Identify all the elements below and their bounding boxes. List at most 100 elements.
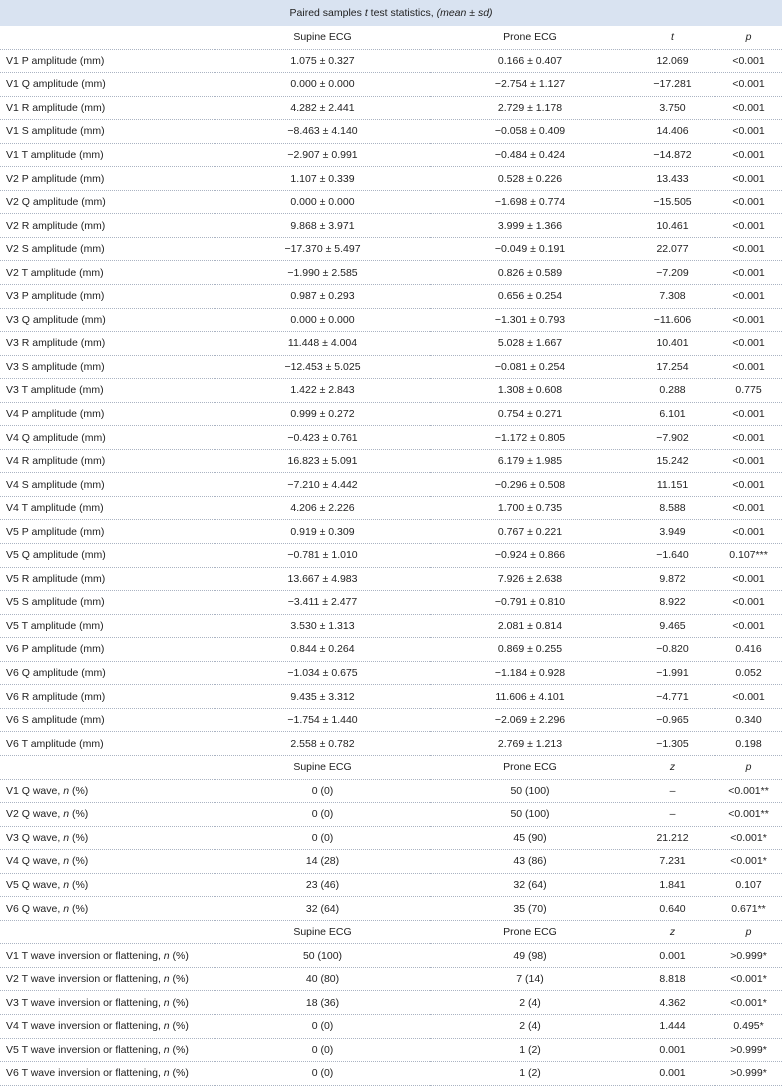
table-row: V4 P amplitude (mm) 0.999 ± 0.272 0.754 ± … bbox=[0, 402, 782, 427]
row-label: V3 S amplitude (mm) bbox=[0, 355, 215, 380]
header-p-symbol: p bbox=[745, 761, 752, 774]
prone-value: 35 (70) bbox=[430, 896, 630, 921]
prone-value: −0.791 ± 0.810 bbox=[430, 590, 630, 615]
title-suffix: (mean ± sd) bbox=[436, 7, 493, 19]
t-value: 17.254 bbox=[630, 355, 715, 380]
p-value: 0.495* bbox=[715, 1014, 782, 1039]
z-value: 4.362 bbox=[630, 990, 715, 1015]
supine-value: 50 (100) bbox=[215, 943, 430, 968]
row-label-text: V2 T wave inversion or flattening, bbox=[6, 973, 164, 986]
supine-value: 0 (0) bbox=[215, 826, 430, 851]
header-prone: Prone ECG bbox=[430, 26, 630, 50]
table-row: V1 Q amplitude (mm) 0.000 ± 0.000 −2.754 ±… bbox=[0, 72, 782, 97]
row-label-unit: (%) bbox=[169, 1020, 189, 1033]
row-label: V3 T amplitude (mm) bbox=[0, 378, 215, 403]
p-value: <0.001 bbox=[715, 143, 782, 168]
p-value: 0.340 bbox=[715, 708, 782, 733]
prone-value: 0.528 ± 0.226 bbox=[430, 166, 630, 191]
header-supine: Supine ECG bbox=[215, 755, 430, 780]
row-label: V2 T wave inversion or flattening, n (%) bbox=[0, 967, 215, 992]
t-value: 6.101 bbox=[630, 402, 715, 427]
p-value: <0.001 bbox=[715, 472, 782, 497]
prone-value: −0.296 ± 0.508 bbox=[430, 472, 630, 497]
prone-value: 2.769 ± 1.213 bbox=[430, 731, 630, 756]
t-value: −4.771 bbox=[630, 684, 715, 709]
p-value: <0.001 bbox=[715, 590, 782, 615]
row-label-unit: (%) bbox=[169, 973, 189, 986]
supine-value: 0.999 ± 0.272 bbox=[215, 402, 430, 427]
table-row: V6 T amplitude (mm) 2.558 ± 0.782 2.769 ± … bbox=[0, 731, 782, 756]
row-label: V3 R amplitude (mm) bbox=[0, 331, 215, 356]
t-value: −1.305 bbox=[630, 731, 715, 756]
prone-value: 0.166 ± 0.407 bbox=[430, 49, 630, 74]
supine-value: 0.987 ± 0.293 bbox=[215, 284, 430, 309]
t-value: 9.465 bbox=[630, 614, 715, 639]
table-row: V6 S amplitude (mm) −1.754 ± 1.440 −2.069 … bbox=[0, 708, 782, 733]
t-value: 12.069 bbox=[630, 49, 715, 74]
t-value: 8.588 bbox=[630, 496, 715, 521]
p-value: <0.001 bbox=[715, 96, 782, 121]
supine-value: 0 (0) bbox=[215, 1061, 430, 1086]
table-row: V4 T wave inversion or flattening, n (%)… bbox=[0, 1014, 782, 1039]
row-label: V1 Q amplitude (mm) bbox=[0, 72, 215, 97]
row-label: V6 T wave inversion or flattening, n (%) bbox=[0, 1061, 215, 1086]
supine-value: 9.435 ± 3.312 bbox=[215, 684, 430, 709]
header-p: p bbox=[715, 755, 782, 780]
row-label: V4 Q amplitude (mm) bbox=[0, 425, 215, 450]
p-value: >0.999* bbox=[715, 1061, 782, 1086]
z-value: – bbox=[630, 802, 715, 827]
table-row: V3 T wave inversion or flattening, n (%)… bbox=[0, 990, 782, 1015]
supine-value: −1.754 ± 1.440 bbox=[215, 708, 430, 733]
prone-value: 3.999 ± 1.366 bbox=[430, 213, 630, 238]
table-row: V4 S amplitude (mm) −7.210 ± 4.442 −0.296 … bbox=[0, 472, 782, 497]
row-label: V2 P amplitude (mm) bbox=[0, 166, 215, 191]
prone-value: −1.184 ± 0.928 bbox=[430, 661, 630, 686]
row-label-text: V1 T wave inversion or flattening, bbox=[6, 949, 164, 962]
t-value: −1.640 bbox=[630, 543, 715, 568]
table-row: V3 T amplitude (mm) 1.422 ± 2.843 1.308 ± … bbox=[0, 378, 782, 403]
supine-value: 0 (0) bbox=[215, 1014, 430, 1039]
p-value: <0.001 bbox=[715, 355, 782, 380]
prone-value: −0.924 ± 0.866 bbox=[430, 543, 630, 568]
header-statistic: t bbox=[630, 26, 715, 50]
prone-value: −0.484 ± 0.424 bbox=[430, 143, 630, 168]
header-supine: Supine ECG bbox=[215, 920, 430, 945]
row-label-text: V5 T wave inversion or flattening, bbox=[6, 1043, 164, 1056]
p-value: <0.001 bbox=[715, 402, 782, 427]
header-p: p bbox=[715, 26, 782, 50]
table-row: V4 T amplitude (mm) 4.206 ± 2.226 1.700 ± … bbox=[0, 496, 782, 521]
t-value: 15.242 bbox=[630, 449, 715, 474]
table-row: V1 P amplitude (mm) 1.075 ± 0.327 0.166 ± … bbox=[0, 49, 782, 74]
prone-value: −0.049 ± 0.191 bbox=[430, 237, 630, 262]
prone-value: 45 (90) bbox=[430, 826, 630, 851]
row-label-unit: (%) bbox=[69, 902, 89, 915]
supine-value: 2.558 ± 0.782 bbox=[215, 731, 430, 756]
table-row: V5 R amplitude (mm) 13.667 ± 4.983 7.926 ±… bbox=[0, 567, 782, 592]
supine-value: −8.463 ± 4.140 bbox=[215, 119, 430, 144]
p-value: 0.198 bbox=[715, 731, 782, 756]
p-value: <0.001* bbox=[715, 967, 782, 992]
t-value: 8.922 bbox=[630, 590, 715, 615]
table-row: V1 T wave inversion or flattening, n (%)… bbox=[0, 943, 782, 968]
p-value: <0.001 bbox=[715, 425, 782, 450]
row-label-unit: (%) bbox=[69, 808, 89, 821]
p-value: <0.001 bbox=[715, 684, 782, 709]
supine-value: −17.370 ± 5.497 bbox=[215, 237, 430, 262]
row-label: V5 P amplitude (mm) bbox=[0, 519, 215, 545]
prone-value: 7 (14) bbox=[430, 967, 630, 992]
row-label: V6 Q wave, n (%) bbox=[0, 896, 215, 921]
table-row: V1 Q wave, n (%) 0 (0) 50 (100) – <0.001** bbox=[0, 779, 782, 804]
p-value: 0.671** bbox=[715, 896, 782, 921]
supine-value: 0 (0) bbox=[215, 802, 430, 827]
row-label: V5 T amplitude (mm) bbox=[0, 614, 215, 639]
t-value: −7.209 bbox=[630, 260, 715, 286]
t-value: −0.965 bbox=[630, 708, 715, 733]
row-label-unit: (%) bbox=[69, 784, 89, 797]
row-label: V5 S amplitude (mm) bbox=[0, 590, 215, 615]
z-value: 21.212 bbox=[630, 826, 715, 851]
header-supine: Supine ECG bbox=[215, 26, 430, 50]
z-value: 0.001 bbox=[630, 1038, 715, 1063]
row-label: V1 Q wave, n (%) bbox=[0, 779, 215, 804]
column-header-row: Supine ECG Prone ECG t p bbox=[0, 26, 782, 50]
prone-value: 6.179 ± 1.985 bbox=[430, 449, 630, 474]
